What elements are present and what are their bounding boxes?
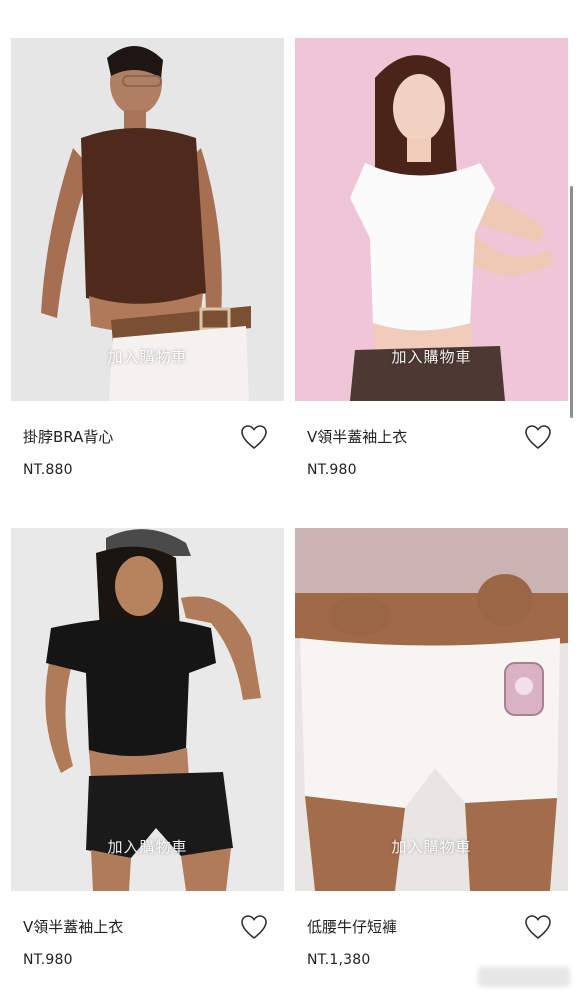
product-image[interactable]: 加入購物車 <box>11 38 284 401</box>
product-card[interactable]: 加入購物車 V領半蓋袖上衣 NT.980 <box>295 38 568 478</box>
product-image[interactable]: 加入購物車 <box>295 38 568 401</box>
product-card[interactable]: 加入購物車 低腰牛仔短褲 NT.1,380 <box>295 528 568 968</box>
product-name[interactable]: 低腰牛仔短褲 <box>307 916 397 937</box>
product-price: NT.880 <box>23 462 73 478</box>
product-price: NT.980 <box>307 462 357 478</box>
product-grid: 加入購物車 掛脖BRA背心 NT.880 加入購物車 V領半蓋袖上衣 NT.98… <box>0 0 579 1000</box>
scrollbar[interactable] <box>570 186 573 418</box>
product-name[interactable]: 掛脖BRA背心 <box>23 426 113 447</box>
heart-outline-icon[interactable] <box>524 914 552 940</box>
product-price: NT.1,380 <box>307 952 371 968</box>
product-price: NT.980 <box>23 952 73 968</box>
product-name[interactable]: V領半蓋袖上衣 <box>307 426 407 447</box>
heart-outline-icon[interactable] <box>240 914 268 940</box>
heart-outline-icon[interactable] <box>240 424 268 450</box>
heart-outline-icon[interactable] <box>524 424 552 450</box>
product-image[interactable]: 加入購物車 <box>11 528 284 891</box>
add-to-cart-button[interactable]: 加入購物車 <box>11 346 284 367</box>
add-to-cart-button[interactable]: 加入購物車 <box>295 346 568 367</box>
product-card[interactable]: 加入購物車 V領半蓋袖上衣 NT.980 <box>11 528 284 968</box>
product-card[interactable]: 加入購物車 掛脖BRA背心 NT.880 <box>11 38 284 478</box>
watermark <box>478 967 570 987</box>
product-name[interactable]: V領半蓋袖上衣 <box>23 916 123 937</box>
add-to-cart-button[interactable]: 加入購物車 <box>295 836 568 857</box>
add-to-cart-button[interactable]: 加入購物車 <box>11 836 284 857</box>
product-image[interactable]: 加入購物車 <box>295 528 568 891</box>
